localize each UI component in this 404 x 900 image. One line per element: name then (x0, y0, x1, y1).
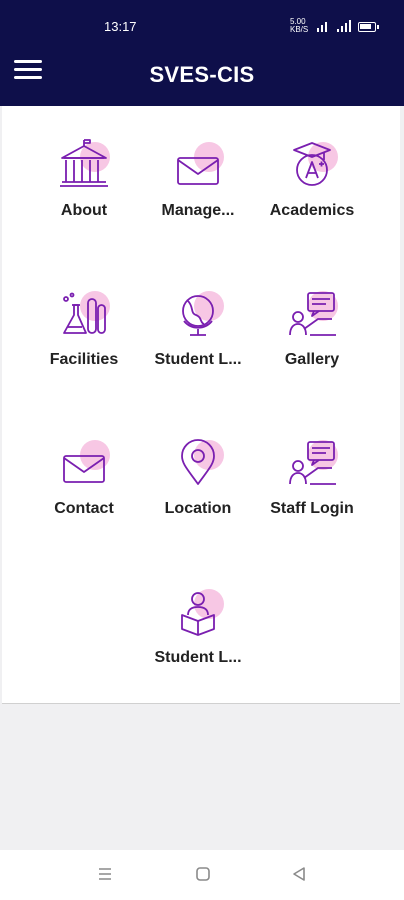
home-icon[interactable] (195, 866, 211, 882)
tile-label: Student L... (154, 649, 242, 666)
tile-academics[interactable]: Academics (255, 118, 369, 228)
tile-contact[interactable]: Contact (27, 416, 141, 526)
system-nav-bar (0, 850, 404, 900)
tile-label: Staff Login (270, 500, 354, 517)
envelope-icon (170, 138, 226, 194)
tile-gallery[interactable]: Gallery (255, 267, 369, 377)
tile-label: Student L... (154, 351, 242, 368)
cell-signal-icon (337, 20, 351, 32)
grade-icon (284, 138, 340, 194)
app-title: SVES-CIS (149, 62, 255, 87)
back-icon[interactable] (291, 866, 307, 882)
tile-label: About (60, 202, 108, 219)
globe-icon (170, 287, 226, 343)
map-pin-icon (170, 436, 226, 492)
student-box-icon (170, 585, 226, 641)
wifi-signal-icon (317, 22, 327, 32)
tile-label: Gallery (284, 351, 340, 368)
network-speed: 5.00 KB/S (290, 18, 308, 34)
tile-facilities[interactable]: Facilities (27, 267, 141, 377)
dashboard-grid: About Manage... Academics Facilities Stu… (2, 106, 400, 704)
tile-label: Location (164, 500, 232, 517)
tile-about[interactable]: About (27, 118, 141, 228)
network-speed-unit: KB/S (290, 25, 309, 34)
tile-staff-login[interactable]: Staff Login (255, 416, 369, 526)
recent-apps-icon[interactable] (97, 866, 113, 882)
building-icon (56, 138, 112, 194)
tile-location[interactable]: Location (141, 416, 255, 526)
tile-management[interactable]: Manage... (141, 118, 255, 228)
tile-label: Manage... (161, 202, 235, 219)
tile-student-life[interactable]: Student L... (141, 267, 255, 377)
battery-icon (358, 22, 379, 32)
status-time: 13:17 (104, 19, 137, 34)
presenter-icon (284, 287, 340, 343)
lab-flask-icon (56, 287, 112, 343)
tile-student-login[interactable]: Student L... (141, 565, 255, 675)
envelope-icon (56, 436, 112, 492)
tile-label: Contact (54, 500, 114, 517)
tile-label: Academics (269, 202, 355, 219)
status-bar: 13:17 5.00 KB/S (0, 0, 404, 42)
tile-label: Facilities (49, 351, 119, 368)
app-bar: SVES-CIS (0, 42, 404, 106)
presenter-icon (284, 436, 340, 492)
